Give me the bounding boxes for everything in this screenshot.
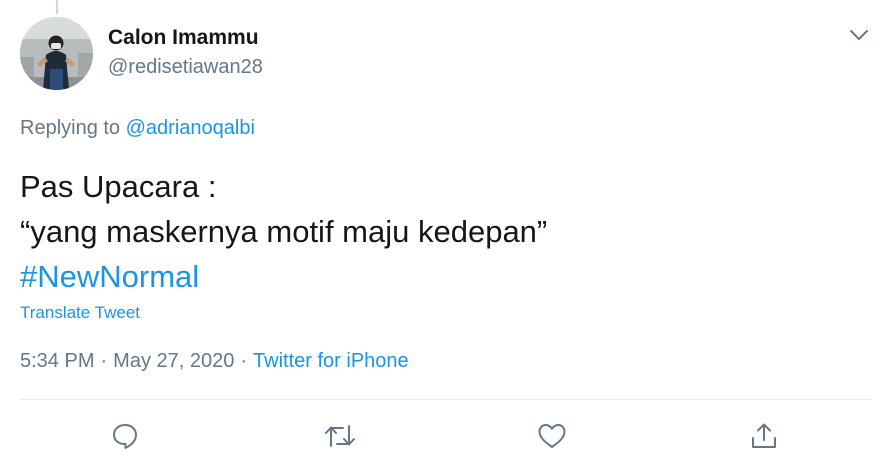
replying-to: Replying to @adrianoqalbi <box>20 117 255 140</box>
tweet-text-line: “yang maskernya motif maju kedepan” <box>20 214 548 249</box>
tweet-time[interactable]: 5:34 PM <box>20 350 94 372</box>
avatar[interactable] <box>20 17 93 90</box>
meta-separator: · <box>240 350 248 372</box>
user-handle[interactable]: @redisetiawan28 <box>108 56 263 79</box>
more-options-button[interactable] <box>846 24 872 46</box>
reply-icon <box>113 424 137 449</box>
tweet-metadata: 5:34 PM · May 27, 2020 · Twitter for iPhone <box>20 350 409 373</box>
display-name[interactable]: Calon Imammu <box>108 26 259 50</box>
share-icon <box>752 423 776 448</box>
tweet-actions-bar <box>0 418 890 454</box>
retweet-button[interactable] <box>322 418 358 454</box>
heart-icon <box>538 424 566 448</box>
thread-connector-line <box>56 0 58 14</box>
tweet-date[interactable]: May 27, 2020 <box>113 350 234 372</box>
user-avatar-photo-icon <box>20 17 93 90</box>
tweet-text: Pas Upacara : “yang maskernya motif maju… <box>20 164 547 299</box>
like-button[interactable] <box>534 418 570 454</box>
reply-mention-link[interactable]: @adrianoqalbi <box>126 117 255 139</box>
divider <box>20 399 872 400</box>
reply-button[interactable] <box>107 418 143 454</box>
translate-tweet-link[interactable]: Translate Tweet <box>20 303 140 323</box>
tweet-text-line: Pas Upacara : <box>20 169 217 204</box>
retweet-icon <box>325 425 355 447</box>
meta-separator: · <box>100 350 108 372</box>
tweet-card: Calon Imammu @redisetiawan28 Replying to… <box>0 0 890 472</box>
replying-to-label: Replying to <box>20 117 126 139</box>
share-button[interactable] <box>746 418 782 454</box>
tweet-source-link[interactable]: Twitter for iPhone <box>253 350 409 372</box>
hashtag-link[interactable]: #NewNormal <box>20 254 547 299</box>
chevron-down-icon <box>850 30 868 40</box>
